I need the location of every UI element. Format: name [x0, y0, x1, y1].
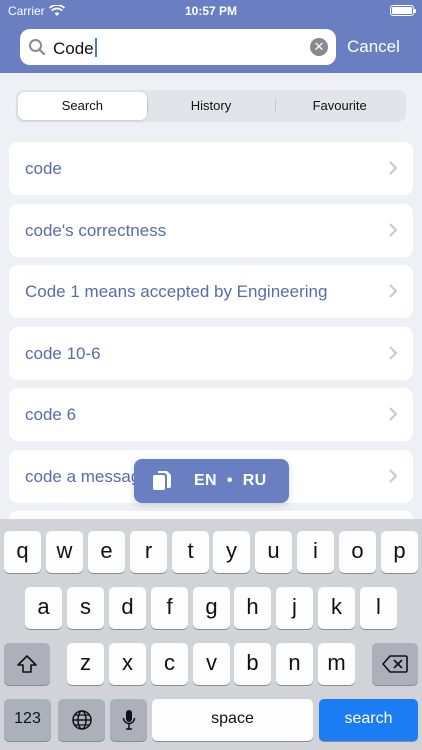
microphone-icon	[122, 710, 135, 730]
text-caret	[94, 38, 97, 57]
key-p[interactable]: p	[381, 531, 418, 573]
key-g[interactable]: g	[193, 587, 230, 629]
key-q[interactable]: q	[4, 531, 41, 573]
key-w[interactable]: w	[46, 531, 83, 573]
list-item[interactable]: code 10-6	[9, 327, 413, 380]
list-item[interactable]: Code 1 means accepted by Engineering	[9, 265, 413, 318]
chevron-right-icon	[389, 346, 398, 360]
list-item-label: code's correctness	[25, 221, 167, 240]
key-t[interactable]: t	[172, 531, 209, 573]
key-y[interactable]: y	[213, 531, 250, 573]
copy-icon[interactable]	[152, 470, 172, 492]
globe-icon	[71, 710, 92, 730]
clock: 10:57 PM	[184, 4, 238, 18]
globe-key[interactable]	[58, 699, 105, 741]
key-r[interactable]: r	[130, 531, 167, 573]
language-pair: EN • RU	[194, 472, 266, 490]
key-i[interactable]: i	[297, 531, 334, 573]
list-item-label: code a message	[25, 467, 150, 486]
key-h[interactable]: h	[234, 587, 271, 629]
key-x[interactable]: x	[109, 643, 146, 685]
key-v[interactable]: v	[193, 643, 230, 685]
cancel-button[interactable]: Cancel	[347, 37, 400, 57]
shift-icon	[17, 655, 37, 673]
language-separator: •	[226, 472, 233, 489]
chevron-right-icon	[389, 284, 398, 298]
list-item-label: code	[25, 159, 62, 178]
numbers-key[interactable]: 123	[4, 699, 51, 741]
key-o[interactable]: o	[339, 531, 376, 573]
search-icon	[29, 39, 46, 56]
key-u[interactable]: u	[255, 531, 292, 573]
list-item[interactable]: code 6	[9, 388, 413, 441]
tab-favourite[interactable]: Favourite	[275, 92, 404, 120]
delete-key[interactable]	[372, 643, 418, 685]
search-key[interactable]: search	[319, 699, 418, 741]
search-input[interactable]: Code ✕	[20, 29, 336, 65]
tab-search[interactable]: Search	[18, 92, 147, 120]
keyboard: q w e r t y u i o p a s d f g h j k l z …	[0, 519, 422, 750]
chevron-right-icon	[389, 469, 398, 483]
battery-icon	[390, 5, 416, 16]
target-language: RU	[242, 472, 267, 489]
key-b[interactable]: b	[234, 643, 271, 685]
dictation-key[interactable]	[110, 699, 147, 741]
list-item[interactable]: code	[9, 142, 413, 195]
chevron-right-icon	[389, 161, 398, 175]
list-item-label: Code 1 means accepted by Engineering	[25, 282, 328, 301]
key-e[interactable]: e	[88, 531, 125, 573]
clear-icon[interactable]: ✕	[310, 38, 328, 56]
source-language: EN	[194, 472, 217, 489]
translate-popup[interactable]: EN • RU	[134, 459, 289, 503]
status-bar: Carrier 10:57 PM	[0, 0, 422, 22]
key-l[interactable]: l	[360, 587, 397, 629]
chevron-right-icon	[389, 407, 398, 421]
key-c[interactable]: c	[151, 643, 188, 685]
key-k[interactable]: k	[318, 587, 355, 629]
key-s[interactable]: s	[67, 587, 104, 629]
list-item-label: code 10-6	[25, 344, 101, 363]
key-z[interactable]: z	[67, 643, 104, 685]
backspace-icon	[382, 655, 408, 673]
space-key[interactable]: space	[152, 699, 313, 741]
key-f[interactable]: f	[151, 587, 188, 629]
header-bar: Carrier 10:57 PM Code ✕ Cancel	[0, 0, 422, 73]
search-text: Code	[53, 39, 94, 58]
key-a[interactable]: a	[25, 587, 62, 629]
tab-history[interactable]: History	[146, 92, 276, 120]
key-d[interactable]: d	[109, 587, 146, 629]
chevron-right-icon	[389, 223, 398, 237]
shift-key[interactable]	[4, 643, 50, 685]
list-item[interactable]: code's correctness	[9, 204, 413, 257]
search-value[interactable]: Code	[53, 38, 97, 59]
list-item-partial	[9, 511, 413, 519]
key-j[interactable]: j	[276, 587, 313, 629]
key-n[interactable]: n	[276, 643, 313, 685]
key-m[interactable]: m	[318, 643, 355, 685]
segmented-control: Search History Favourite	[16, 90, 406, 122]
list-item-label: code 6	[25, 405, 77, 424]
